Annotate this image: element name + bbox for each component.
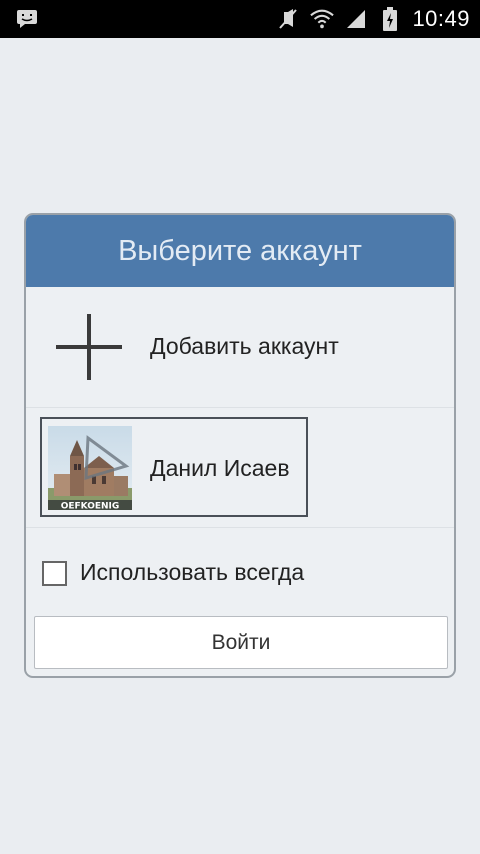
account-item[interactable]: OEFKOENIG Данил Исаев <box>40 417 308 517</box>
dialog-header: Выберите аккаунт <box>26 215 454 287</box>
signal-icon <box>344 7 368 31</box>
always-use-checkbox[interactable] <box>42 561 67 586</box>
wifi-icon <box>310 7 335 31</box>
dialog-title: Выберите аккаунт <box>118 234 362 267</box>
avatar: OEFKOENIG <box>48 426 132 510</box>
messenger-notification-icon <box>16 9 38 29</box>
always-use-label: Использовать всегда <box>80 559 305 585</box>
clock: 10:49 <box>412 6 470 31</box>
mute-icon <box>276 7 300 31</box>
avatar-caption: OEFKOENIG <box>61 502 120 511</box>
battery-charging-icon <box>378 7 402 31</box>
always-use-row[interactable]: Использовать всегда <box>26 555 454 595</box>
account-chooser-dialog: Выберите аккаунт Добавить аккаунт OEFKOE… <box>24 213 456 678</box>
add-account-row[interactable]: Добавить аккаунт <box>26 287 454 407</box>
account-name: Данил Исаев <box>150 455 290 481</box>
add-account-label: Добавить аккаунт <box>150 333 339 359</box>
login-button[interactable]: Войти <box>34 616 448 669</box>
plus-icon <box>56 314 122 380</box>
divider <box>26 527 454 528</box>
status-bar: 10:49 <box>0 0 480 38</box>
divider <box>26 407 454 408</box>
